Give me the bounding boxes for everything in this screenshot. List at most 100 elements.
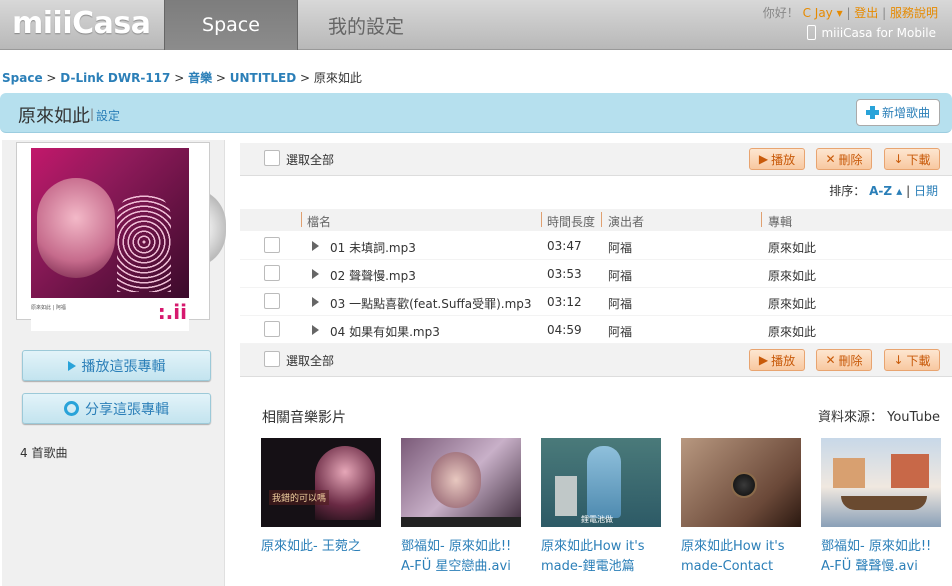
row-filename[interactable]: 02 聲聲慢.mp3 — [330, 267, 416, 284]
video-thumbnail[interactable] — [681, 438, 801, 527]
tab-space[interactable]: Space — [164, 0, 298, 50]
row-checkbox[interactable] — [264, 237, 280, 253]
video-link[interactable]: 鄧福如- 原來如此!! A-FÜ 星空戀曲.avi — [401, 537, 521, 577]
greeting: 你好！ — [762, 6, 799, 20]
row-checkbox[interactable] — [264, 321, 280, 337]
delete-button[interactable]: ✕ 刪除 — [816, 148, 872, 170]
source-label: 資料來源： YouTube — [817, 410, 940, 425]
row-duration: 04:59 — [547, 323, 582, 337]
delete-button[interactable]: ✕ 刪除 — [816, 349, 872, 371]
action-toolbar-bottom: 選取全部 ▶ 播放 ✕ 刪除 ↓ 下載 — [240, 344, 952, 377]
table-row[interactable]: 01 未填詞.mp3 03:47 阿福 原來如此 — [240, 232, 952, 260]
breadcrumb-music[interactable]: 音樂 — [188, 71, 212, 85]
close-icon: ✕ — [825, 152, 836, 166]
help-link[interactable]: 服務說明 — [890, 6, 938, 20]
row-artist: 阿福 — [608, 269, 633, 283]
top-bar: miiiCasa Space 我的設定 你好！ C Jay ▾ | 登出 | 服… — [0, 0, 952, 50]
share-album-button[interactable]: 分享這張專輯 — [22, 393, 211, 424]
cover-pattern — [117, 192, 171, 292]
download-arrow-icon: ↓ — [893, 152, 904, 166]
col-duration[interactable]: 時間長度 — [547, 213, 595, 230]
video-thumbnail[interactable] — [401, 438, 521, 527]
tab-my-settings[interactable]: 我的設定 — [298, 0, 434, 50]
play-button[interactable]: ▶ 播放 — [749, 148, 805, 170]
row-album: 原來如此 — [768, 269, 817, 283]
select-all-label[interactable]: 選取全部 — [286, 151, 334, 168]
user-menu[interactable]: C Jay ▾ — [803, 6, 843, 20]
cover-face — [37, 178, 115, 278]
row-album: 原來如此 — [768, 325, 817, 339]
album-sidebar: 原來如此 | 阿福 :.ii 播放這張專輯 分享這張專輯 4 首歌曲 — [2, 140, 226, 586]
play-icon[interactable] — [312, 297, 319, 307]
video-link[interactable]: 原來如此How it's made-Contact — [681, 537, 801, 577]
table-row[interactable]: 04 如果有如果.mp3 04:59 阿福 原來如此 — [240, 316, 952, 344]
settings-link[interactable]: 設定 — [96, 107, 120, 124]
cover-art — [31, 148, 189, 298]
row-checkbox[interactable] — [264, 265, 280, 281]
close-icon: ✕ — [825, 353, 836, 367]
video-link[interactable]: 原來如此How it's made-鋰電池篇 — [541, 537, 661, 577]
video-thumbnail[interactable]: 鋰電池做 — [541, 438, 661, 527]
album-title-bar: 原來如此 | 設定 新增歌曲 — [0, 93, 952, 133]
breadcrumb-untitled[interactable]: UNTITLED — [230, 71, 296, 85]
play-icon[interactable] — [312, 241, 319, 251]
row-filename[interactable]: 03 一點點喜歡(feat.Suffa受罪).mp3 — [330, 295, 532, 312]
row-duration: 03:53 — [547, 267, 582, 281]
download-button[interactable]: ↓ 下載 — [884, 349, 940, 371]
table-row[interactable]: 02 聲聲慢.mp3 03:53 阿福 原來如此 — [240, 260, 952, 288]
col-filename[interactable]: 檔名 — [307, 213, 331, 230]
play-button[interactable]: ▶ 播放 — [749, 349, 805, 371]
download-button[interactable]: ↓ 下載 — [884, 148, 940, 170]
row-artist: 阿福 — [608, 297, 633, 311]
col-artist[interactable]: 演出者 — [608, 213, 644, 230]
miiicasa-logo[interactable]: miiiCasa — [12, 6, 151, 41]
select-all-label[interactable]: 選取全部 — [286, 352, 334, 369]
sort-controls: 排序： A-Z ▴ | 日期 — [829, 184, 938, 198]
download-arrow-icon: ↓ — [893, 353, 904, 367]
row-duration: 03:12 — [547, 295, 582, 309]
table-row[interactable]: 03 一點點喜歡(feat.Suffa受罪).mp3 03:12 阿福 原來如此 — [240, 288, 952, 316]
video-link[interactable]: 鄧福如- 原來如此!! A-FÜ 聲聲慢.avi — [821, 537, 941, 577]
cover-label: 原來如此 | 阿福 — [31, 305, 66, 311]
play-album-button[interactable]: 播放這張專輯 — [22, 350, 211, 381]
play-icon[interactable] — [312, 325, 319, 335]
song-count: 4 首歌曲 — [20, 446, 68, 460]
play-icon[interactable] — [312, 269, 319, 279]
play-icon: ▶ — [758, 353, 769, 367]
select-all-checkbox[interactable] — [264, 150, 280, 166]
logout-link[interactable]: 登出 — [854, 6, 878, 20]
breadcrumb-space[interactable]: Space — [2, 71, 43, 85]
column-divider — [601, 212, 602, 227]
related-videos-title: 相關音樂影片 — [262, 410, 346, 426]
video-link[interactable]: 原來如此- 王菀之 — [261, 537, 381, 557]
sort-az[interactable]: A-Z ▴ — [869, 184, 902, 198]
user-links: 你好！ C Jay ▾ | 登出 | 服務說明 — [762, 6, 938, 20]
table-header: 檔名 時間長度 演出者 專輯 — [240, 209, 952, 231]
album-cover: 原來如此 | 阿福 :.ii — [16, 142, 210, 331]
video-caption: 鋰電池做 — [581, 515, 613, 524]
share-icon — [64, 401, 79, 416]
add-song-button[interactable]: 新增歌曲 — [856, 99, 940, 126]
row-checkbox[interactable] — [264, 293, 280, 309]
row-album: 原來如此 — [768, 297, 817, 311]
sort-date[interactable]: 日期 — [914, 184, 938, 198]
page-title: 原來如此 — [18, 106, 90, 127]
mobile-link[interactable]: miiiCasa for Mobile — [807, 25, 936, 40]
column-divider — [761, 212, 762, 227]
column-divider — [541, 212, 542, 227]
phone-icon — [807, 25, 817, 40]
col-album[interactable]: 專輯 — [768, 213, 792, 230]
column-divider — [301, 212, 302, 227]
row-artist: 阿福 — [608, 325, 633, 339]
breadcrumb-device[interactable]: D-Link DWR-117 — [60, 71, 170, 85]
video-thumbnail[interactable] — [821, 438, 941, 527]
row-album: 原來如此 — [768, 241, 817, 255]
title-separator: | — [90, 107, 95, 121]
video-thumbnail[interactable]: 我錯的可以嗎 — [261, 438, 381, 527]
row-filename[interactable]: 01 未填詞.mp3 — [330, 239, 416, 256]
source-name: YouTube — [887, 410, 940, 425]
video-caption: 我錯的可以嗎 — [269, 490, 330, 505]
row-filename[interactable]: 04 如果有如果.mp3 — [330, 323, 440, 340]
select-all-checkbox[interactable] — [264, 351, 280, 367]
play-icon — [67, 360, 76, 371]
